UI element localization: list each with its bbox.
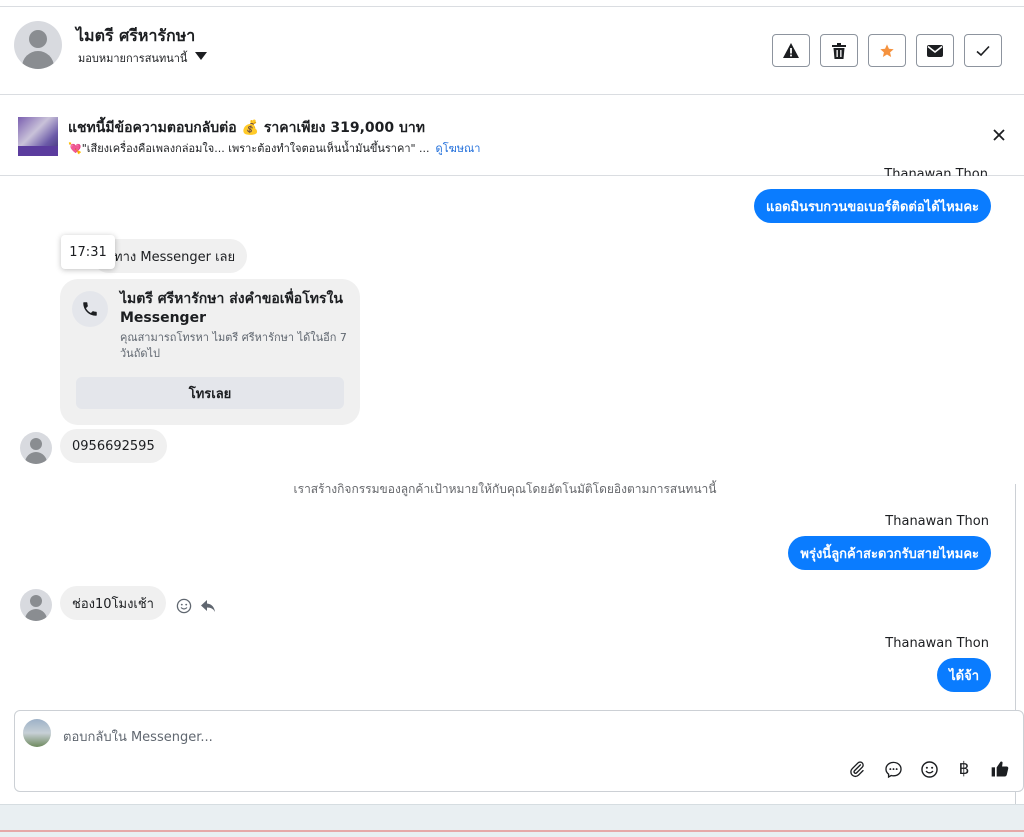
phone-icon-wrap <box>72 291 108 327</box>
call-request-description: คุณสามารถโทรหา ไมตรี ศรีหารักษา ได้ในอีก… <box>120 331 347 360</box>
ad-banner-title: แชทนี้มีข้อความตอบกลับต่อ 💰 ราคาเพียง 31… <box>68 120 426 136</box>
assign-conversation-dropdown[interactable]: มอบหมายการสนทนานี้ <box>78 49 208 67</box>
contact-avatar[interactable] <box>14 21 62 69</box>
emoji-button[interactable] <box>918 758 940 780</box>
contact-avatar-small <box>20 432 52 464</box>
close-icon <box>993 129 1005 141</box>
reply-icon <box>201 600 215 612</box>
ad-thumbnail[interactable] <box>18 117 58 156</box>
check-icon <box>976 45 990 56</box>
scroll-clip <box>0 176 1024 182</box>
trash-icon <box>832 42 846 59</box>
phone-icon <box>83 302 97 316</box>
smiley-icon <box>176 598 192 614</box>
mark-spam-button[interactable] <box>772 34 810 67</box>
incoming-message[interactable]: 0956692595 <box>60 429 167 463</box>
reply-input[interactable]: ตอบกลับใน Messenger... <box>63 726 213 747</box>
chat-bubble-icon <box>884 761 902 778</box>
call-now-button[interactable]: โทรเลย <box>76 377 344 409</box>
mark-done-button[interactable] <box>964 34 1002 67</box>
payment-button[interactable]: ฿ <box>953 758 975 780</box>
caret-down-icon <box>195 52 208 60</box>
footer-divider <box>0 830 1024 832</box>
like-button[interactable] <box>989 758 1011 780</box>
thumbs-up-icon <box>991 761 1009 777</box>
incoming-message[interactable]: ทาง Messenger เลย <box>92 239 248 273</box>
envelope-icon <box>927 44 943 57</box>
page-avatar <box>23 719 51 747</box>
outgoing-message[interactable]: พรุ่งนี้ลูกค้าสะดวกรับสายไหมคะ <box>788 536 991 570</box>
warning-icon <box>783 43 799 58</box>
call-request-title: ไมตรี ศรีหารักษา ส่งคำขอเพื่อโทรใน Messe… <box>120 291 343 326</box>
incoming-message[interactable]: ช่อง10โมงเช้า <box>60 586 166 620</box>
timestamp-tooltip: 17:31 <box>61 235 115 269</box>
close-banner-button[interactable] <box>990 126 1008 144</box>
ad-banner-subtitle: 💘"เสียงเครื่องคือเพลงกล่อมใจ... เพราะต้อ… <box>68 139 480 157</box>
contact-avatar-small <box>20 589 52 621</box>
emoji-icon <box>920 760 938 778</box>
reply-button[interactable] <box>200 598 218 616</box>
ad-banner-quote: 💘"เสียงเครื่องคือเพลงกล่อมใจ... เพราะต้อ… <box>68 142 430 155</box>
assign-label: มอบหมายการสนทนานี้ <box>78 52 188 65</box>
paperclip-icon <box>850 761 864 778</box>
outgoing-message[interactable]: ได้จ้า <box>937 658 991 692</box>
contact-name[interactable]: ไมตรี ศรีหารักษา <box>76 24 195 49</box>
saved-replies-button[interactable] <box>882 758 904 780</box>
view-ad-link[interactable]: ดูโฆษณา <box>436 142 481 155</box>
sender-name: Thanawan Thon <box>885 514 989 529</box>
mark-unread-button[interactable] <box>916 34 954 67</box>
baht-icon: ฿ <box>958 759 970 779</box>
reply-composer[interactable] <box>14 710 1024 792</box>
page-footer-strip <box>0 804 1024 837</box>
outgoing-message[interactable]: แอดมินรบกวนขอเบอร์ติดต่อได้ไหมคะ <box>753 189 991 223</box>
sender-name: Thanawan Thon <box>885 636 989 651</box>
system-note: เราสร้างกิจกรรมของลูกค้าเป้าหมายให้กับคุ… <box>293 482 717 496</box>
delete-button[interactable] <box>820 34 858 67</box>
star-icon <box>880 43 894 57</box>
star-button[interactable] <box>868 34 906 67</box>
react-button[interactable] <box>176 598 194 616</box>
attach-button[interactable] <box>846 758 868 780</box>
